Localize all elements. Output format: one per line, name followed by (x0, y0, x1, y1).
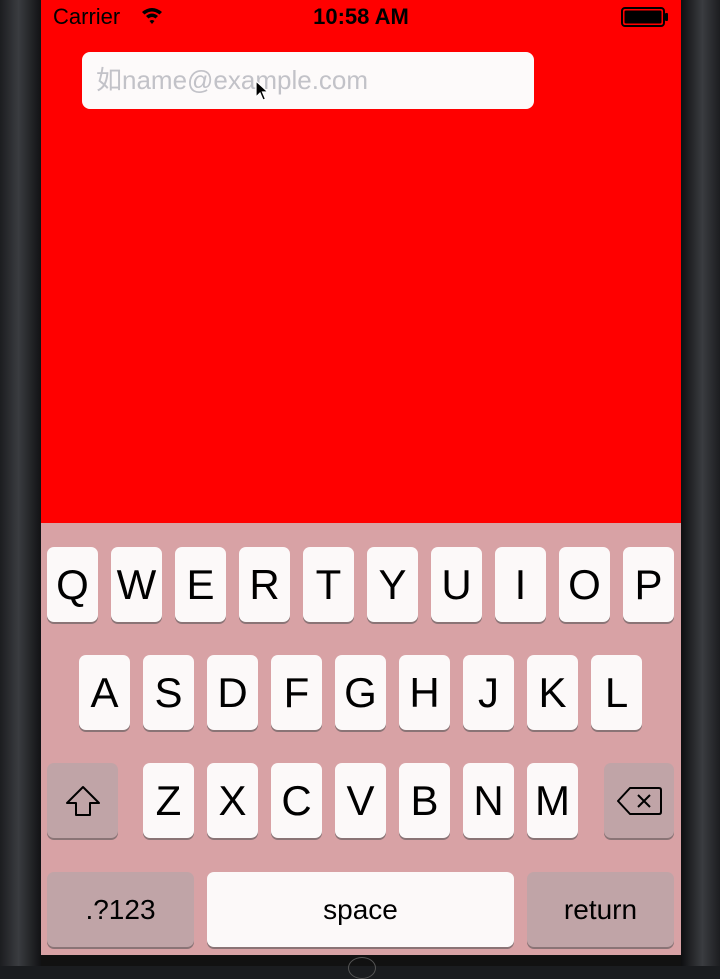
key-b[interactable]: B (399, 763, 450, 838)
email-field[interactable] (82, 52, 534, 109)
key-q[interactable]: Q (47, 547, 98, 622)
battery-full-icon (621, 7, 668, 27)
delete-key[interactable] (604, 763, 674, 838)
key-x[interactable]: X (207, 763, 258, 838)
key-i[interactable]: I (495, 547, 546, 622)
keyboard: Q W E R T Y U I O P A S D F G H J K L Z … (41, 523, 681, 955)
key-m[interactable]: M (527, 763, 578, 838)
backspace-icon (617, 786, 662, 815)
key-e[interactable]: E (175, 547, 226, 622)
key-o[interactable]: O (559, 547, 610, 622)
key-w[interactable]: W (111, 547, 162, 622)
key-u[interactable]: U (431, 547, 482, 622)
space-key[interactable]: space (207, 872, 514, 947)
clock: 10:58 AM (313, 4, 409, 29)
return-key[interactable]: return (527, 872, 674, 947)
key-p[interactable]: P (623, 547, 674, 622)
key-f[interactable]: F (271, 655, 322, 730)
key-g[interactable]: G (335, 655, 386, 730)
key-y[interactable]: Y (367, 547, 418, 622)
key-s[interactable]: S (143, 655, 194, 730)
key-h[interactable]: H (399, 655, 450, 730)
key-n[interactable]: N (463, 763, 514, 838)
key-j[interactable]: J (463, 655, 514, 730)
key-t[interactable]: T (303, 547, 354, 622)
key-r[interactable]: R (239, 547, 290, 622)
shift-icon (65, 785, 100, 816)
device-bezel-right (681, 0, 720, 966)
key-k[interactable]: K (527, 655, 578, 730)
device-bezel-left (0, 0, 41, 966)
home-button-edge (348, 957, 376, 979)
key-c[interactable]: C (271, 763, 322, 838)
phone-screen: Carrier 10:58 AM Q W E R T Y U I O P A (41, 0, 681, 955)
mouse-cursor-icon (255, 80, 269, 101)
key-v[interactable]: V (335, 763, 386, 838)
numbers-key[interactable]: .?123 (47, 872, 194, 947)
key-z[interactable]: Z (143, 763, 194, 838)
key-a[interactable]: A (79, 655, 130, 730)
key-l[interactable]: L (591, 655, 642, 730)
shift-key[interactable] (47, 763, 118, 838)
status-bar: Carrier 10:58 AM (41, 0, 681, 34)
email-input[interactable] (82, 52, 534, 109)
key-d[interactable]: D (207, 655, 258, 730)
